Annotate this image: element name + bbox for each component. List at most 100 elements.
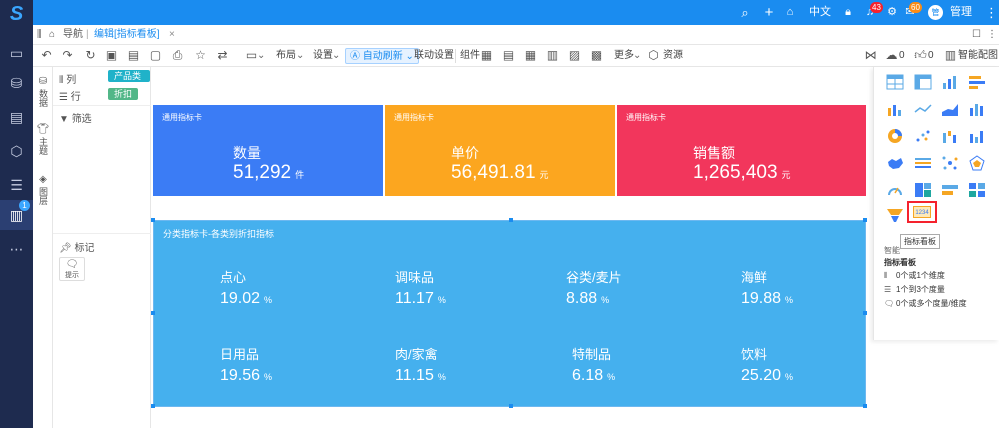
share-icon[interactable]: ⇄ [215,48,230,63]
undo-icon[interactable]: ↶ [39,48,54,63]
smart-chart-icon[interactable]: ▥ [943,48,958,63]
table-chart-icon[interactable] [886,74,904,90]
smart-chart-button[interactable]: 智能配图 [958,45,998,67]
crosstab-component-icon[interactable]: ▤ [501,48,516,63]
favorite-icon[interactable]: ☆ [193,48,208,63]
avatar[interactable]: 管 [928,5,943,20]
resize-handle[interactable] [863,404,867,408]
kpi-card-price[interactable]: 通用指标卡 单价 56,491.81 元 [385,105,615,196]
bar-chart-icon[interactable] [969,76,985,89]
preview-icon[interactable]: ▢ [148,48,163,63]
rows-field-tag[interactable]: 折扣 [108,88,139,100]
requirement-text: 1个到3个度量 [896,285,945,294]
resource-icon[interactable]: ⬡ [646,48,661,63]
scatter-chart-icon[interactable] [916,130,930,142]
settings-icon[interactable]: ⚙ [885,0,899,25]
gauge-chart-icon[interactable] [888,187,902,196]
waterfall-chart-icon[interactable] [943,131,956,143]
table-component-icon[interactable]: ▦ [479,48,494,63]
metric-number: 25.20 [741,367,782,384]
dashboard-nav-item[interactable]: ▥ 1 [0,200,33,230]
home-tab-icon[interactable]: ⌂ [49,25,55,45]
treemap-chart-icon[interactable] [915,183,931,197]
menu-toggle-icon[interactable]: ⫼ [37,25,42,45]
resize-handle[interactable] [151,404,155,408]
resize-handle[interactable] [151,218,155,222]
heatmap-chart-icon[interactable] [915,158,931,168]
app-logo[interactable]: S [4,3,29,25]
share-network-icon[interactable]: ⋈ [863,48,878,63]
layout-button[interactable]: 布局 [276,45,296,67]
tab-bar: ⫼ ⌂ 导航 | 编辑[指标看板] × ☐ ⋮ [33,25,999,45]
add-icon[interactable]: + [762,0,776,25]
tab-data[interactable]: ⛁ 数据 [33,77,53,109]
resize-handle[interactable] [509,218,513,222]
layers-icon[interactable]: ☰ [0,170,33,200]
save-as-icon[interactable]: ▤ [126,48,141,63]
area-chart-icon[interactable] [942,104,958,116]
like-icon[interactable]: 👍︎ [913,48,928,63]
metric-unit: % [607,372,616,382]
resize-handle[interactable] [509,404,513,408]
metric-value: 19.56% [220,367,370,385]
funnel-chart-icon[interactable] [887,209,903,222]
filter-icon: ▼ [59,114,69,125]
chart-component-icon[interactable]: ▥ [545,48,560,63]
auto-refresh-button[interactable]: Ⓐ 自动刷新 ⌄ [345,48,419,64]
device-dropdown-icon[interactable]: ⌄ [257,45,265,67]
comment-icon[interactable]: ☁ [884,48,899,63]
redo-icon[interactable]: ↷ [60,48,75,63]
combo-chart-icon[interactable] [888,105,901,116]
tab-nav[interactable]: 导航 [63,25,83,45]
tab-layer[interactable]: ◈ 图层 [33,175,53,207]
report-icon[interactable]: ▤ [0,102,33,132]
resize-handle[interactable] [863,218,867,222]
kpi-card-quantity[interactable]: 通用指标卡 数量 51,292 件 [153,105,383,196]
tab-theme[interactable]: 👕︎ 主题 [33,125,53,157]
username[interactable]: 管理员 [946,0,976,43]
grid-component-icon[interactable]: ▦ [523,48,538,63]
database-icon[interactable]: ⛁ [0,68,33,98]
kpi-board-chart-option[interactable]: 1234 [907,201,937,223]
line-chart-icon[interactable] [914,104,932,113]
language-switch[interactable]: 中文 [809,0,831,25]
more-icon[interactable]: ⋯ [0,234,33,264]
dual-axis-chart-icon[interactable] [970,131,983,143]
tab-more-icon[interactable]: ⋮ [987,25,997,45]
cube-icon[interactable]: ⬡ [0,136,33,166]
resource-button[interactable]: 资源 [663,45,683,67]
tab-active[interactable]: 编辑[指标看板] [94,25,160,45]
measure-icon: ☰ [884,285,892,294]
hint-button[interactable]: 🗨︎ 提示 [59,257,85,281]
network-chart-icon[interactable] [942,156,958,170]
image-component-icon[interactable]: ▨ [567,48,582,63]
radar-chart-icon[interactable] [969,155,985,171]
tab-close-icon[interactable]: × [169,25,175,45]
resize-handle[interactable] [863,311,867,315]
columns-field-tag[interactable]: 产品类别 [108,70,150,93]
pie-chart-icon[interactable] [888,129,902,143]
bullet-chart-icon[interactable] [942,185,958,195]
resize-handle[interactable] [151,311,155,315]
stacked-column-icon[interactable] [970,104,983,116]
crosstab-chart-icon[interactable] [914,74,932,90]
column-chart-icon[interactable] [943,76,956,89]
window-restore-icon[interactable]: ☐ [972,25,981,45]
monitor-icon[interactable]: ▭ [0,38,33,68]
export-icon[interactable]: ⎙ [170,48,185,63]
matrix-chart-icon[interactable] [969,183,985,197]
more-button[interactable]: 更多 [614,45,634,67]
lock-icon[interactable]: 🔒︎ [841,0,855,25]
kpi-card-sales[interactable]: 通用指标卡 销售额 1,265,403 元 [617,105,866,196]
filter-row[interactable]: ▼ 筛选 [59,110,92,125]
map-chart-icon[interactable] [888,158,903,169]
category-kpi-board[interactable]: 分类指标卡-各类别折扣指标 点心 19.02% 调味品 11.17% 谷类/麦片… [151,218,867,408]
menu-more-icon[interactable]: ⋮ [985,0,998,25]
settings-button[interactable]: 设置 [313,45,333,67]
linkage-settings-button[interactable]: 联动设置 [414,45,454,67]
save-icon[interactable]: ▣ [104,48,119,63]
home-icon[interactable]: ⌂ [783,0,797,25]
text-component-icon[interactable]: ▩ [589,48,604,63]
refresh-icon[interactable]: ↻ [83,48,98,63]
search-icon[interactable]: ⌕ [738,0,752,25]
